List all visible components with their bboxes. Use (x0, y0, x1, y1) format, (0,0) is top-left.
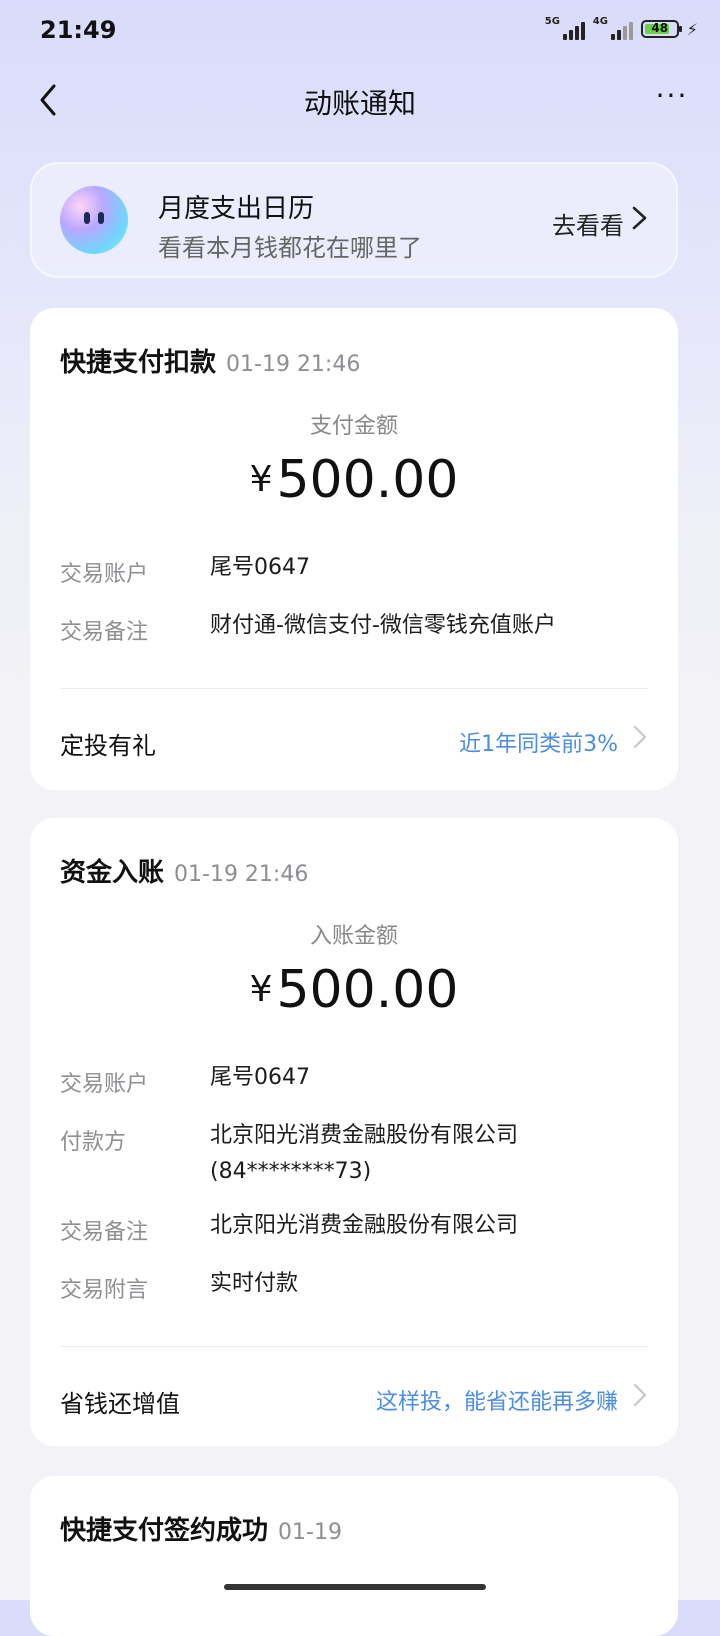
amount-label: 支付金额 (309, 414, 398, 439)
chevron-right-icon (633, 725, 647, 749)
card-title-text: 资金入账 (60, 858, 165, 888)
promo-link[interactable]: 这样投，能省还能再多赚 (376, 1384, 618, 1416)
card-timestamp: 01-19 (278, 1520, 342, 1545)
detail-value: 财付通-微信支付-微信零钱充值账户 (210, 613, 556, 638)
currency-symbol: ¥ (249, 969, 273, 1010)
amount-number: 500.00 (276, 450, 459, 510)
detail-key: 交易备注 (60, 620, 149, 645)
banner-go-link[interactable]: 去看看 (552, 206, 624, 241)
notification-card-sign-success: 快捷支付签约成功 01-19 (30, 1476, 678, 1636)
amount-number: 500.00 (276, 960, 459, 1020)
divider (60, 688, 648, 689)
divider (60, 1346, 648, 1347)
signal-4g-label: 4G (592, 16, 608, 27)
promo-title: 省钱还增值 (60, 1390, 180, 1418)
detail-value: 实时付款 (210, 1271, 299, 1296)
more-options-button[interactable]: ··· (652, 80, 692, 120)
battery-level: 48 (651, 21, 669, 35)
amount-value: ¥500.00 (30, 960, 678, 1020)
banner-title: 月度支出日历 (158, 194, 315, 224)
banner-subtitle: 看看本月钱都花在哪里了 (158, 234, 422, 262)
detail-value: 北京阳光消费金融股份有限公司 (210, 1213, 519, 1238)
detail-value: 尾号0647 (210, 1065, 310, 1090)
chevron-right-icon (633, 1383, 647, 1407)
promo-title: 定投有礼 (60, 732, 156, 760)
notification-card-quick-payment: 快捷支付扣款 01-19 21:46 支付金额 ¥500.00 交易账户 尾号06… (30, 308, 678, 790)
battery-icon: 48 (640, 20, 682, 38)
signal-5g-icon: 5G (544, 16, 585, 40)
card-title: 快捷支付扣款 01-19 21:46 (60, 342, 360, 379)
charging-icon: ⚡ (686, 19, 698, 39)
card-timestamp: 01-19 21:46 (226, 352, 361, 377)
detail-key: 交易账户 (60, 1072, 149, 1097)
card-title-text: 快捷支付签约成功 (60, 1516, 269, 1546)
notification-card-fund-credit: 资金入账 01-19 21:46 入账金额 ¥500.00 交易账户 尾号0647… (30, 818, 678, 1446)
card-title: 快捷支付签约成功 01-19 (60, 1510, 342, 1547)
status-bar: 21:49 5G 4G 48 ⚡ (0, 0, 720, 64)
page-title: 动账通知 (303, 87, 416, 120)
nav-bar: 动账通知 ··· (0, 70, 720, 130)
chevron-right-icon (632, 206, 647, 230)
amount-label: 入账金额 (309, 924, 398, 949)
promo-link[interactable]: 近1年同类前3% (459, 726, 618, 758)
card-timestamp: 01-19 21:46 (174, 862, 309, 887)
detail-value: 北京阳光消费金融股份有限公司 (84********73) (210, 1123, 519, 1184)
amount-value: ¥500.00 (30, 450, 678, 510)
currency-symbol: ¥ (249, 459, 273, 500)
monthly-calendar-banner[interactable]: 月度支出日历 看看本月钱都花在哪里了 去看看 (30, 162, 678, 278)
detail-value: 尾号0647 (210, 555, 310, 580)
detail-key: 交易账户 (60, 562, 149, 587)
status-time: 21:49 (40, 16, 117, 44)
detail-key: 付款方 (60, 1130, 127, 1155)
status-icons: 5G 4G 48 ⚡ (544, 16, 698, 40)
card-title-text: 快捷支付扣款 (60, 348, 217, 378)
mascot-icon (60, 186, 128, 254)
signal-5g-label: 5G (544, 16, 560, 27)
card-title: 资金入账 01-19 21:46 (60, 852, 308, 889)
detail-key: 交易附言 (60, 1278, 149, 1303)
detail-key: 交易备注 (60, 1220, 149, 1245)
home-indicator[interactable] (224, 1584, 486, 1590)
signal-4g-icon: 4G (592, 16, 633, 40)
